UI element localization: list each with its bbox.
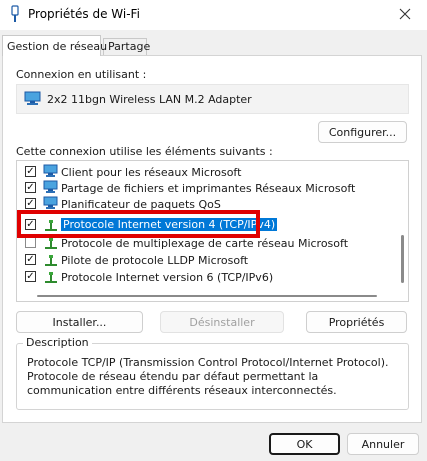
network-service-icon [42, 196, 60, 212]
components-list[interactable]: ✓ Client pour les réseaux Microsoft ✓ Pa… [16, 160, 409, 302]
connection-label: Connexion en utilisant : [16, 68, 147, 81]
close-icon [399, 8, 411, 23]
close-button[interactable] [383, 0, 427, 30]
tab-gestion-de-reseau[interactable]: Gestion de réseau [2, 35, 107, 56]
tab-partage[interactable]: Partage [103, 38, 150, 56]
list-item-label: Client pour les réseaux Microsoft [61, 166, 242, 179]
network-client-icon [42, 164, 60, 180]
list-item[interactable]: ✓ Client pour les réseaux Microsoft [17, 164, 397, 180]
components-label: Cette connexion utilise les éléments sui… [16, 145, 273, 158]
checkbox[interactable]: ✓ [25, 219, 36, 230]
horizontal-scrollbar-thumb[interactable] [37, 295, 377, 297]
tab-panel: Connexion en utilisant : 2x2 11bgn Wirel… [2, 55, 422, 423]
list-item[interactable]: Protocole de multiplexage de carte résea… [17, 235, 397, 251]
list-item-label: Protocole Internet version 4 (TCP/IPv4) [61, 218, 278, 231]
install-button[interactable]: Installer... [16, 311, 143, 333]
list-item-label: Protocole Internet version 6 (TCP/IPv6) [61, 271, 274, 284]
list-item[interactable]: ✓ Planificateur de paquets QoS [17, 196, 397, 212]
protocol-icon [42, 269, 60, 285]
protocol-icon [42, 217, 60, 233]
network-service-icon [42, 180, 60, 196]
description-title: Description [23, 336, 92, 349]
vertical-scrollbar-thumb[interactable] [401, 235, 404, 283]
cancel-button[interactable]: Annuler [347, 433, 419, 455]
protocol-icon [42, 252, 60, 268]
adapter-field: 2x2 11bgn Wireless LAN M.2 Adapter [16, 84, 409, 114]
ok-button[interactable]: OK [269, 433, 340, 455]
checkbox[interactable]: ✓ [25, 198, 36, 209]
list-item[interactable]: ✓ Partage de fichiers et imprimantes Rés… [17, 180, 397, 196]
list-item[interactable]: ✓ Pilote de protocole LLDP Microsoft [17, 252, 397, 268]
wifi-adapter-icon [10, 5, 20, 23]
list-item-label: Planificateur de paquets QoS [61, 198, 221, 211]
checkbox[interactable] [25, 237, 36, 248]
checkbox[interactable]: ✓ [25, 271, 36, 282]
window-title: Propriétés de Wi-Fi [28, 7, 140, 21]
list-item[interactable]: ✓ Protocole Internet version 6 (TCP/IPv6… [17, 269, 397, 285]
list-item-label: Partage de fichiers et imprimantes Résea… [61, 182, 356, 195]
checkbox[interactable]: ✓ [25, 182, 36, 193]
description-text: Protocole TCP/IP (Transmission Control P… [27, 356, 389, 397]
network-adapter-icon [24, 91, 42, 110]
checkbox[interactable]: ✓ [25, 254, 36, 265]
adapter-name: 2x2 11bgn Wireless LAN M.2 Adapter [47, 93, 252, 106]
properties-button[interactable]: Propriétés [306, 311, 407, 333]
list-item-selected[interactable]: ✓ Protocole Internet version 4 (TCP/IPv4… [17, 217, 397, 233]
list-item-label: Protocole de multiplexage de carte résea… [61, 237, 349, 250]
uninstall-button[interactable]: Désinstaller [160, 311, 284, 333]
list-item-label: Pilote de protocole LLDP Microsoft [61, 254, 249, 267]
protocol-icon [42, 235, 60, 251]
checkbox[interactable]: ✓ [25, 166, 36, 177]
configure-button[interactable]: Configurer... [318, 121, 407, 143]
description-group: Description Protocole TCP/IP (Transmissi… [16, 336, 409, 410]
title-bar: Propriétés de Wi-Fi [0, 0, 427, 30]
vertical-scrollbar[interactable] [401, 165, 404, 293]
